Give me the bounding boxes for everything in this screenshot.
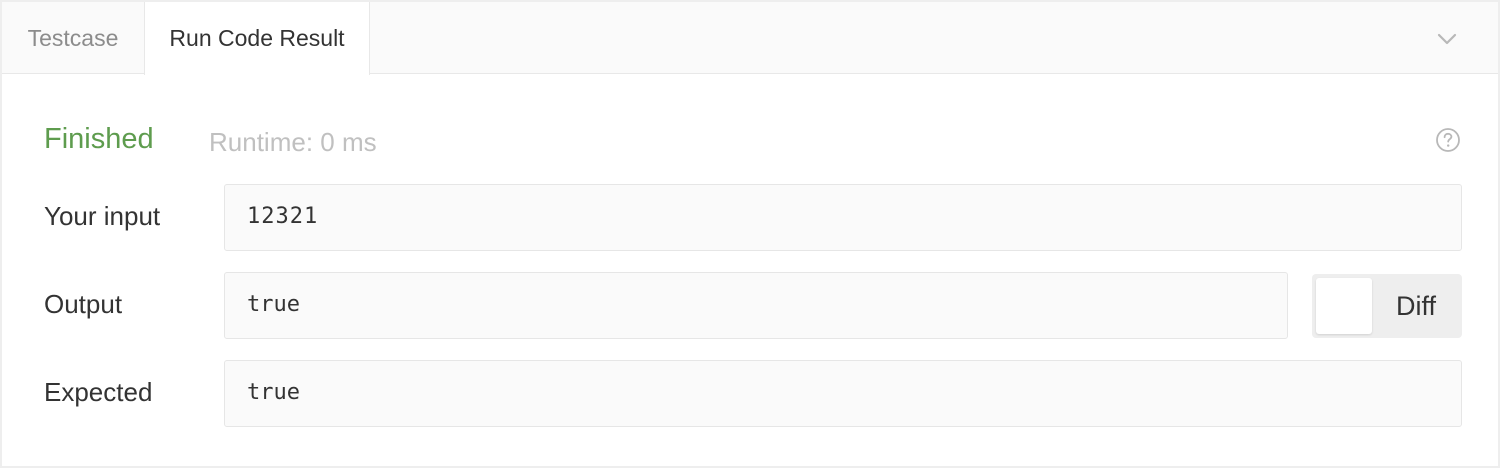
your-input-value: 12321 [224,184,1462,251]
chevron-down-icon[interactable] [1434,26,1460,52]
tab-testcase[interactable]: Testcase [2,2,144,74]
tab-bar: Testcase Run Code Result [2,2,1498,75]
expected-label: Expected [44,377,153,407]
diff-label: Diff [1396,291,1437,321]
diff-toggle[interactable]: Diff [1312,274,1462,338]
runtime-text: Runtime: 0 ms [209,127,377,157]
your-input-label: Your input [44,201,161,231]
diff-toggle-knob [1316,278,1372,334]
help-icon[interactable] [1435,127,1461,153]
output-value: true [224,272,1288,339]
status-text: Finished [44,123,154,155]
tab-run-code-result[interactable]: Run Code Result [144,2,370,75]
run-result-panel: Testcase Run Code Result Finished Runtim… [0,0,1500,468]
output-label: Output [44,289,123,319]
expected-value: true [224,360,1462,427]
